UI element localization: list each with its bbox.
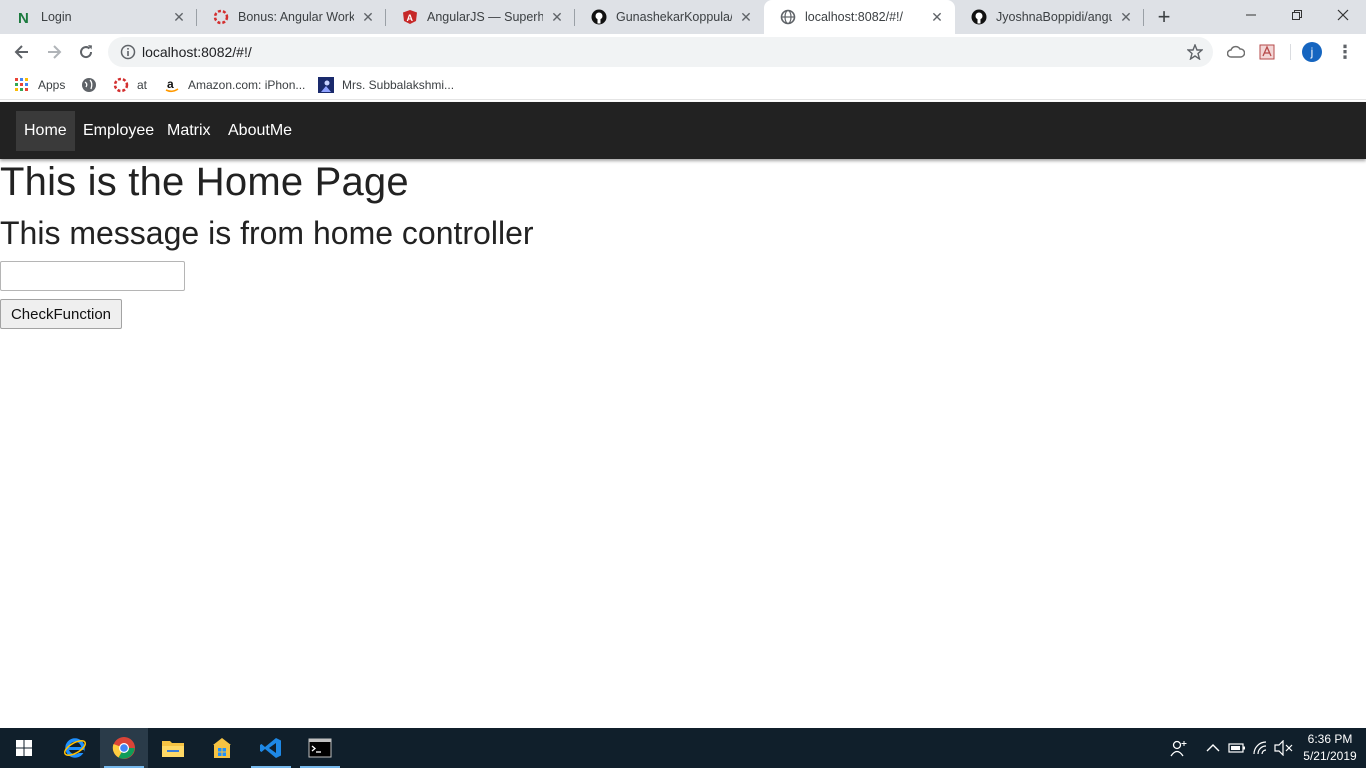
folder-icon: [162, 741, 184, 757]
internet-explorer-icon: [63, 738, 87, 758]
taskbar-vscode[interactable]: [247, 728, 295, 768]
tab-title: AngularJS — Superhero: [427, 10, 543, 24]
spinner-icon: [113, 77, 129, 93]
nav-matrix[interactable]: Matrix: [159, 111, 219, 151]
extension-cloud-icon[interactable]: [1226, 42, 1246, 62]
tab-login[interactable]: N Login ✕: [0, 0, 197, 34]
tab-title: JyoshnaBoppidi/angula: [996, 10, 1112, 24]
tab-bonus-angular[interactable]: Bonus: Angular Worksh ✕: [197, 0, 386, 34]
bookmark-at[interactable]: at: [113, 76, 147, 94]
system-clock[interactable]: 6:36 PM 5/21/2019: [1300, 731, 1360, 765]
close-icon[interactable]: ✕: [1118, 9, 1134, 25]
taskbar-store[interactable]: [198, 728, 246, 768]
bookmark-amazon[interactable]: a Amazon.com: iPhon...: [164, 76, 305, 94]
tab-localhost[interactable]: localhost:8082/#!/ ✕: [764, 0, 955, 34]
angular-icon: A: [402, 9, 418, 25]
tab-title: localhost:8082/#!/: [805, 10, 903, 24]
page-title: This is the Home Page: [0, 160, 409, 204]
start-button[interactable]: [0, 728, 48, 768]
bookmark-apps[interactable]: Apps: [14, 76, 65, 94]
bookmark-subbalakshmi[interactable]: Mrs. Subbalakshmi...: [318, 76, 454, 94]
new-tab-button[interactable]: +: [1152, 6, 1176, 28]
taskbar-chrome[interactable]: [100, 728, 148, 768]
bookmark-label: Mrs. Subbalakshmi...: [342, 78, 455, 92]
volume-mute-icon[interactable]: [1274, 738, 1294, 758]
apps-grid-icon: [14, 77, 30, 93]
back-button[interactable]: [8, 38, 36, 66]
tab-angularjs[interactable]: A AngularJS — Superhero ✕: [386, 0, 575, 34]
svg-text:A: A: [407, 13, 414, 23]
clock-time: 6:36 PM: [1307, 732, 1353, 746]
close-icon[interactable]: ✕: [360, 9, 376, 25]
home-message: This message is from home controller: [0, 215, 534, 251]
github-icon: [971, 9, 987, 25]
battery-icon[interactable]: [1227, 738, 1247, 758]
tab-strip: N Login ✕ Bonus: Angular Worksh ✕ A Angu…: [0, 0, 1366, 34]
menu-dots-icon[interactable]: ⋮: [1336, 42, 1354, 62]
site-navbar: Home Employee Matrix AboutMe: [0, 102, 1366, 159]
nav-home[interactable]: Home: [16, 111, 75, 151]
bookmark-label: Apps: [38, 78, 66, 92]
page-content: Home Employee Matrix AboutMe This is the…: [0, 102, 1366, 728]
bookmark-label: at: [137, 78, 148, 92]
restore-button[interactable]: [1274, 0, 1320, 30]
forward-button[interactable]: [40, 38, 68, 66]
check-function-button[interactable]: CheckFunction: [0, 299, 122, 329]
terminal-icon: [308, 738, 332, 758]
bookmark-globe[interactable]: [81, 76, 105, 94]
taskbar-terminal[interactable]: [296, 728, 344, 768]
store-bag-icon: [213, 738, 231, 758]
globe-icon: [780, 9, 796, 25]
toolbar-divider: [1290, 44, 1291, 60]
close-window-button[interactable]: [1320, 0, 1366, 30]
close-icon[interactable]: ✕: [738, 9, 754, 25]
reload-button[interactable]: [72, 38, 100, 66]
vscode-icon: [260, 738, 281, 758]
taskbar-file-explorer[interactable]: [149, 728, 197, 768]
address-text: localhost:8082/#!/: [142, 44, 252, 60]
chrome-icon: [112, 737, 135, 759]
extension-pdf-icon[interactable]: [1257, 42, 1277, 62]
tab-title: Login: [41, 10, 72, 24]
svg-text:a: a: [167, 77, 174, 91]
wifi-icon[interactable]: [1251, 738, 1271, 758]
github-icon: [591, 9, 607, 25]
tab-title: Bonus: Angular Worksh: [238, 10, 354, 24]
close-icon[interactable]: ✕: [549, 9, 565, 25]
text-input[interactable]: [0, 261, 185, 291]
bookmarks-bar: Apps at a Amazon.com: iPhon... Mrs. Subb…: [0, 70, 1366, 100]
image-icon: [318, 77, 334, 93]
bookmark-star-icon[interactable]: [1186, 43, 1204, 61]
svg-text:N: N: [18, 10, 29, 25]
minimize-button[interactable]: [1228, 0, 1274, 30]
close-icon[interactable]: ✕: [929, 9, 945, 25]
nav-employee[interactable]: Employee: [75, 111, 162, 151]
nav-aboutme[interactable]: AboutMe: [220, 111, 300, 151]
amazon-icon: a: [164, 77, 180, 93]
globe-icon: [81, 77, 97, 93]
spinner-icon: [213, 9, 229, 25]
chevron-up-icon[interactable]: [1203, 738, 1223, 758]
address-bar[interactable]: localhost:8082/#!/: [108, 37, 1213, 67]
taskbar-edge[interactable]: [51, 728, 99, 768]
windows-taskbar: 6:36 PM 5/21/2019: [0, 728, 1366, 768]
browser-toolbar: localhost:8082/#!/ j ⋮: [0, 34, 1366, 70]
people-icon[interactable]: [1168, 738, 1188, 758]
clock-date: 5/21/2019: [1303, 749, 1357, 763]
n-logo-icon: N: [16, 9, 32, 25]
tab-github-gunashekar[interactable]: GunashekarKoppula/an ✕: [575, 0, 764, 34]
tab-github-jyoshna[interactable]: JyoshnaBoppidi/angula ✕: [955, 0, 1144, 34]
windows-logo-icon: [16, 740, 32, 756]
bookmark-label: Amazon.com: iPhon...: [188, 78, 306, 92]
info-icon[interactable]: [120, 44, 136, 60]
close-icon[interactable]: ✕: [171, 9, 187, 25]
tab-title: GunashekarKoppula/an: [616, 10, 732, 24]
tab-separator: [1143, 9, 1144, 26]
profile-avatar[interactable]: j: [1302, 42, 1322, 62]
